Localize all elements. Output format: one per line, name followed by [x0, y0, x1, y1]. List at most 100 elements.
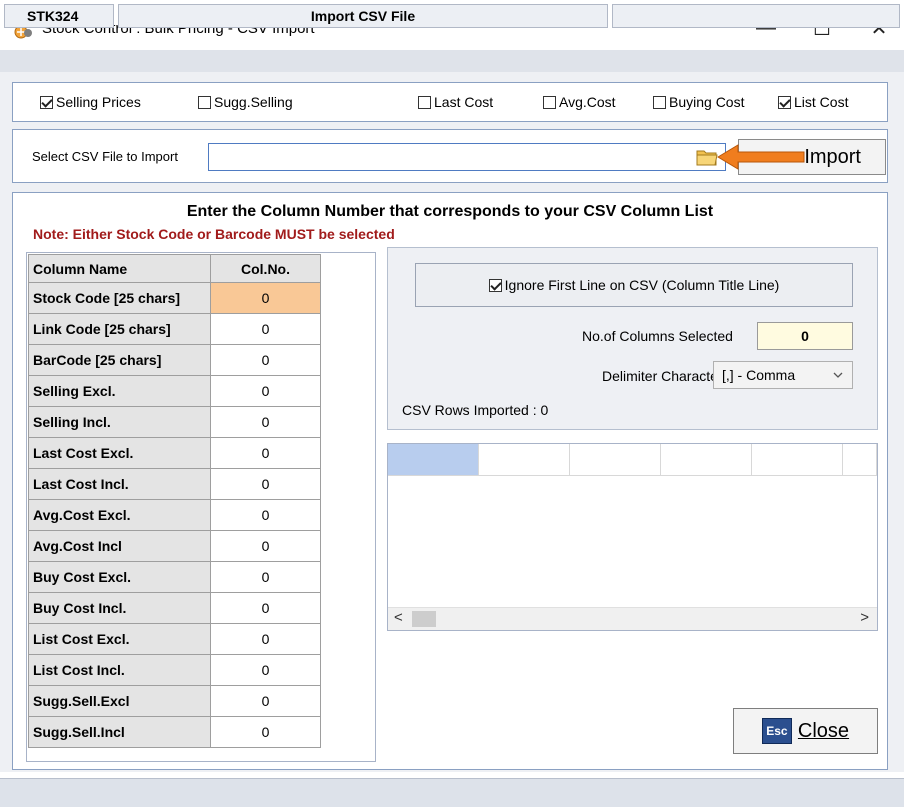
column-number-cell[interactable]: 0: [210, 344, 321, 376]
grid-header-cell[interactable]: [570, 444, 661, 476]
table-row[interactable]: Selling Excl. 0: [28, 375, 321, 407]
column-number-cell[interactable]: 0: [210, 592, 321, 624]
checkbox-label: Buying Cost: [669, 94, 745, 110]
column-number-cell[interactable]: 0: [210, 685, 321, 717]
column-number-cell[interactable]: 0: [210, 530, 321, 562]
column-name-cell: BarCode [25 chars]: [28, 344, 211, 376]
checkbox-sugg-selling-box[interactable]: [198, 95, 211, 109]
checkbox-label: Avg.Cost: [559, 94, 616, 110]
table-row[interactable]: List Cost Excl. 0: [28, 623, 321, 655]
chevron-down-icon: [832, 368, 844, 384]
column-name-cell: Avg.Cost Incl: [28, 530, 211, 562]
table-row[interactable]: Stock Code [25 chars] 0: [28, 282, 321, 314]
checkbox-last-cost[interactable]: Last Cost: [418, 94, 493, 110]
column-name-cell: List Cost Incl.: [28, 654, 211, 686]
mapping-note: Note: Either Stock Code or Barcode MUST …: [33, 226, 395, 242]
table-row[interactable]: Sugg.Sell.Incl 0: [28, 716, 321, 748]
column-number-cell[interactable]: 0: [210, 406, 321, 438]
column-name-cell: Last Cost Incl.: [28, 468, 211, 500]
csv-preview-grid[interactable]: < >: [387, 443, 878, 631]
column-number-cell[interactable]: 0: [210, 716, 321, 748]
table-row[interactable]: Avg.Cost Incl 0: [28, 530, 321, 562]
table-row[interactable]: Buy Cost Excl. 0: [28, 561, 321, 593]
column-name-cell: Buy Cost Excl.: [28, 561, 211, 593]
checkbox-avg-cost[interactable]: Avg.Cost: [543, 94, 616, 110]
table-row[interactable]: Sugg.Sell.Excl 0: [28, 685, 321, 717]
columns-selected-label: No.of Columns Selected: [582, 328, 733, 344]
column-name-cell: Sugg.Sell.Incl: [28, 716, 211, 748]
checkbox-last-cost-box[interactable]: [418, 95, 431, 109]
file-select-label: Select CSV File to Import: [32, 149, 178, 164]
checkbox-label: Last Cost: [434, 94, 494, 110]
csv-file-input[interactable]: [208, 143, 726, 171]
column-name-cell: List Cost Excl.: [28, 623, 211, 655]
close-button[interactable]: Esc Close: [733, 708, 878, 754]
column-mapping-table: Column Name Col.No. Stock Code [25 chars…: [28, 254, 321, 748]
columns-selected-value: 0: [757, 322, 853, 350]
column-number-cell[interactable]: 0: [210, 623, 321, 655]
ignore-first-line-box[interactable]: [488, 278, 502, 292]
table-row[interactable]: BarCode [25 chars] 0: [28, 344, 321, 376]
checkbox-selling-prices[interactable]: Selling Prices: [40, 94, 141, 110]
scroll-left-icon[interactable]: <: [394, 609, 403, 626]
checkbox-label: Selling Prices: [56, 94, 141, 110]
column-name-cell: Last Cost Excl.: [28, 437, 211, 469]
status-extra: [612, 4, 900, 28]
checkbox-list-cost-box[interactable]: [778, 95, 791, 109]
table-row[interactable]: Buy Cost Incl. 0: [28, 592, 321, 624]
checkbox-list-cost[interactable]: List Cost: [778, 94, 848, 110]
table-row[interactable]: Avg.Cost Excl. 0: [28, 499, 321, 531]
scroll-right-icon[interactable]: >: [860, 609, 869, 626]
column-header-colno: Col.No.: [210, 254, 321, 283]
import-button-label: Import: [804, 145, 861, 168]
column-name-cell: Stock Code [25 chars]: [28, 282, 211, 314]
table-row[interactable]: Selling Incl. 0: [28, 406, 321, 438]
column-number-cell[interactable]: 0: [210, 313, 321, 345]
grid-header-cell[interactable]: [843, 444, 877, 476]
status-code: STK324: [4, 4, 114, 28]
scrollbar-thumb[interactable]: [412, 611, 436, 627]
horizontal-scrollbar[interactable]: < >: [388, 607, 877, 630]
checkbox-selling-prices-box[interactable]: [40, 95, 53, 109]
delimiter-label: Delimiter Character: [602, 368, 723, 384]
checkbox-buying-cost[interactable]: Buying Cost: [653, 94, 744, 110]
grid-header-cell[interactable]: [479, 444, 570, 476]
esc-key-icon: Esc: [761, 718, 792, 744]
delimiter-select-value: [,] - Comma: [722, 367, 796, 383]
ignore-first-line-label: Ignore First Line on CSV (Column Title L…: [504, 277, 780, 293]
checkbox-avg-cost-box[interactable]: [543, 95, 556, 109]
checkbox-label: List Cost: [794, 94, 849, 110]
delimiter-select[interactable]: [,] - Comma: [713, 361, 853, 389]
folder-browse-icon[interactable]: [696, 147, 718, 167]
column-name-cell: Buy Cost Incl.: [28, 592, 211, 624]
column-name-cell: Sugg.Sell.Excl: [28, 685, 211, 717]
close-button-label: Close: [797, 719, 850, 742]
column-number-cell[interactable]: 0: [210, 654, 321, 686]
column-number-cell[interactable]: 0: [210, 375, 321, 407]
column-number-cell[interactable]: 0: [210, 499, 321, 531]
checkbox-buying-cost-box[interactable]: [653, 95, 666, 109]
grid-header-cell[interactable]: [752, 444, 843, 476]
pointer-arrow-icon: [716, 142, 806, 172]
checkbox-label: Sugg.Selling: [214, 94, 293, 110]
table-row[interactable]: Last Cost Excl. 0: [28, 437, 321, 469]
column-number-cell[interactable]: 0: [210, 282, 321, 314]
column-name-cell: Avg.Cost Excl.: [28, 499, 211, 531]
status-action: Import CSV File: [118, 4, 608, 28]
grid-header-cell[interactable]: [661, 444, 752, 476]
checkbox-sugg-selling[interactable]: Sugg.Selling: [198, 94, 293, 110]
ignore-first-line-checkbox[interactable]: Ignore First Line on CSV (Column Title L…: [415, 263, 853, 307]
column-name-cell: Selling Incl.: [28, 406, 211, 438]
table-row[interactable]: Last Cost Incl. 0: [28, 468, 321, 500]
grid-header-cell[interactable]: [388, 444, 479, 476]
column-number-cell[interactable]: 0: [210, 561, 321, 593]
status-bar: [0, 778, 904, 807]
column-number-cell[interactable]: 0: [210, 437, 321, 469]
rows-imported-label: CSV Rows Imported : 0: [402, 402, 549, 418]
column-name-cell: Link Code [25 chars]: [28, 313, 211, 345]
column-name-cell: Selling Excl.: [28, 375, 211, 407]
window-band: [0, 50, 904, 72]
table-row[interactable]: List Cost Incl. 0: [28, 654, 321, 686]
column-number-cell[interactable]: 0: [210, 468, 321, 500]
table-row[interactable]: Link Code [25 chars] 0: [28, 313, 321, 345]
